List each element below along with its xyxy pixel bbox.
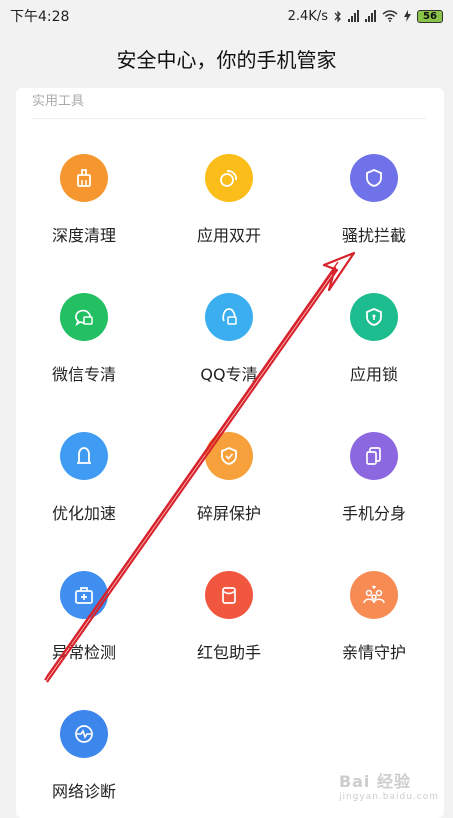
tool-label: 应用双开 <box>196 226 261 245</box>
tool-wechat-clean[interactable]: 微信专清 <box>14 293 154 385</box>
tool-app-lock[interactable]: 应用锁 <box>304 293 444 385</box>
tool-label: 手机分身 <box>341 504 406 523</box>
tools-card: 实用工具 深度清理 应用双开 骚扰拦截 微信专清 QQ专清 应用锁 优化加速 碎… <box>16 88 444 818</box>
tool-label: 应用锁 <box>349 365 398 384</box>
tool-red-packet[interactable]: 红包助手 <box>159 571 299 663</box>
tool-label: 异常检测 <box>51 643 116 662</box>
qq-clean-icon <box>205 293 253 341</box>
tool-label: 碎屏保护 <box>196 504 261 523</box>
tool-label: 骚扰拦截 <box>341 226 406 245</box>
network-speed: 2.4K/s <box>287 8 328 24</box>
bluetooth-icon <box>334 10 341 22</box>
boost-icon <box>60 432 108 480</box>
charging-icon <box>404 10 411 22</box>
status-time: 下午4:28 <box>10 9 70 25</box>
tool-label: 深度清理 <box>51 226 116 245</box>
tool-label: 优化加速 <box>51 504 116 523</box>
tool-deep-clean[interactable]: 深度清理 <box>14 154 154 246</box>
family-guard-icon <box>350 571 398 619</box>
section-divider <box>32 118 426 119</box>
page-title: 安全中心，你的手机管家 <box>116 48 337 72</box>
watermark-text: Bai 经验 <box>338 772 411 791</box>
tool-label: 微信专清 <box>51 365 116 384</box>
tool-label: 红包助手 <box>196 643 261 662</box>
tool-qq-clean[interactable]: QQ专清 <box>159 293 299 385</box>
wifi-icon <box>382 10 398 22</box>
tool-anomaly-check[interactable]: 异常检测 <box>14 571 154 663</box>
tool-harassment-block[interactable]: 骚扰拦截 <box>304 154 444 246</box>
tool-family-guard[interactable]: 亲情守护 <box>304 571 444 663</box>
tool-label: 亲情守护 <box>341 643 406 662</box>
dual-app-icon <box>205 154 253 202</box>
clean-icon <box>60 154 108 202</box>
tool-network-diagnosis[interactable]: 网络诊断 <box>14 710 154 802</box>
battery-icon: 56 <box>417 9 443 23</box>
wechat-clean-icon <box>60 293 108 341</box>
tool-boost[interactable]: 优化加速 <box>14 432 154 524</box>
section-label: 实用工具 <box>32 94 85 109</box>
tool-label: 网络诊断 <box>51 782 116 801</box>
tool-phone-clone[interactable]: 手机分身 <box>304 432 444 524</box>
signal-icon-2 <box>365 10 376 22</box>
app-lock-icon <box>350 293 398 341</box>
shield-icon <box>350 154 398 202</box>
red-packet-icon <box>205 571 253 619</box>
tool-screen-protect[interactable]: 碎屏保护 <box>159 432 299 524</box>
tool-label: QQ专清 <box>200 365 258 384</box>
status-bar: 下午4:28 2.4K/s 56 <box>0 0 453 32</box>
watermark: Bai 经验 jingyan.baidu.com <box>339 768 439 802</box>
screen-protect-icon <box>205 432 253 480</box>
status-indicators: 2.4K/s 56 <box>288 9 443 24</box>
watermark-sub: jingyan.baidu.com <box>338 792 439 802</box>
signal-icon <box>348 10 359 22</box>
tool-dual-app[interactable]: 应用双开 <box>159 154 299 246</box>
phone-clone-icon <box>350 432 398 480</box>
network-diagnosis-icon <box>60 710 108 758</box>
anomaly-check-icon <box>60 571 108 619</box>
